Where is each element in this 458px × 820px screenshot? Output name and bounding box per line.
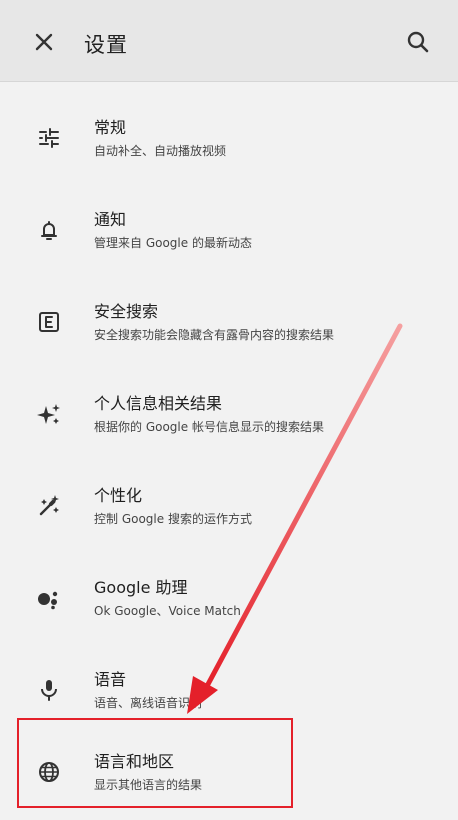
settings-item-label: 个人信息相关结果 xyxy=(94,394,223,413)
app-bar: 设置 xyxy=(0,0,458,82)
settings-item-desc: 控制 Google 搜索的运作方式 xyxy=(94,512,252,526)
tune-icon xyxy=(35,124,63,152)
highlight-box xyxy=(17,718,293,808)
search-button[interactable] xyxy=(404,28,432,56)
assistant-icon xyxy=(35,584,63,612)
settings-item-label: Google 助理 xyxy=(94,578,188,597)
settings-item-label: 语音 xyxy=(94,670,127,689)
settings-item-general[interactable]: 常规 自动补全、自动播放视频 xyxy=(0,92,458,184)
settings-item-label: 个性化 xyxy=(94,486,143,505)
settings-item-personal-results[interactable]: 个人信息相关结果 根据你的 Google 帐号信息显示的搜索结果 xyxy=(0,368,458,460)
settings-item-label: 常规 xyxy=(94,118,127,137)
settings-item-personalization[interactable]: 个性化 控制 Google 搜索的运作方式 xyxy=(0,460,458,552)
settings-item-desc: 语音、离线语音识别 xyxy=(94,696,203,710)
close-button[interactable] xyxy=(30,28,58,56)
settings-item-desc: 自动补全、自动播放视频 xyxy=(94,144,227,158)
search-icon xyxy=(407,31,429,53)
settings-item-label: 安全搜索 xyxy=(94,302,159,321)
settings-item-notifications[interactable]: 通知 管理来自 Google 的最新动态 xyxy=(0,184,458,276)
bell-icon xyxy=(35,216,63,244)
sparkle-icon xyxy=(35,400,63,428)
page-title: 设置 xyxy=(84,33,128,57)
settings-item-desc: 管理来自 Google 的最新动态 xyxy=(94,236,252,250)
explicit-icon xyxy=(35,308,63,336)
close-icon xyxy=(35,33,53,51)
settings-item-label: 通知 xyxy=(94,210,127,229)
mic-icon xyxy=(35,676,63,704)
settings-screen: 设置 常规 自动补全、自动播放视频 通知 管理来自 Google 的最新动态 安… xyxy=(0,0,458,820)
settings-item-desc: 根据你的 Google 帐号信息显示的搜索结果 xyxy=(94,420,324,434)
settings-item-assistant[interactable]: Google 助理 Ok Google、Voice Match xyxy=(0,552,458,644)
settings-item-safesearch[interactable]: 安全搜索 安全搜索功能会隐藏含有露骨内容的搜索结果 xyxy=(0,276,458,368)
magic-wand-icon xyxy=(35,492,63,520)
settings-item-desc: 安全搜索功能会隐藏含有露骨内容的搜索结果 xyxy=(94,328,335,342)
settings-item-desc: Ok Google、Voice Match xyxy=(94,604,241,618)
